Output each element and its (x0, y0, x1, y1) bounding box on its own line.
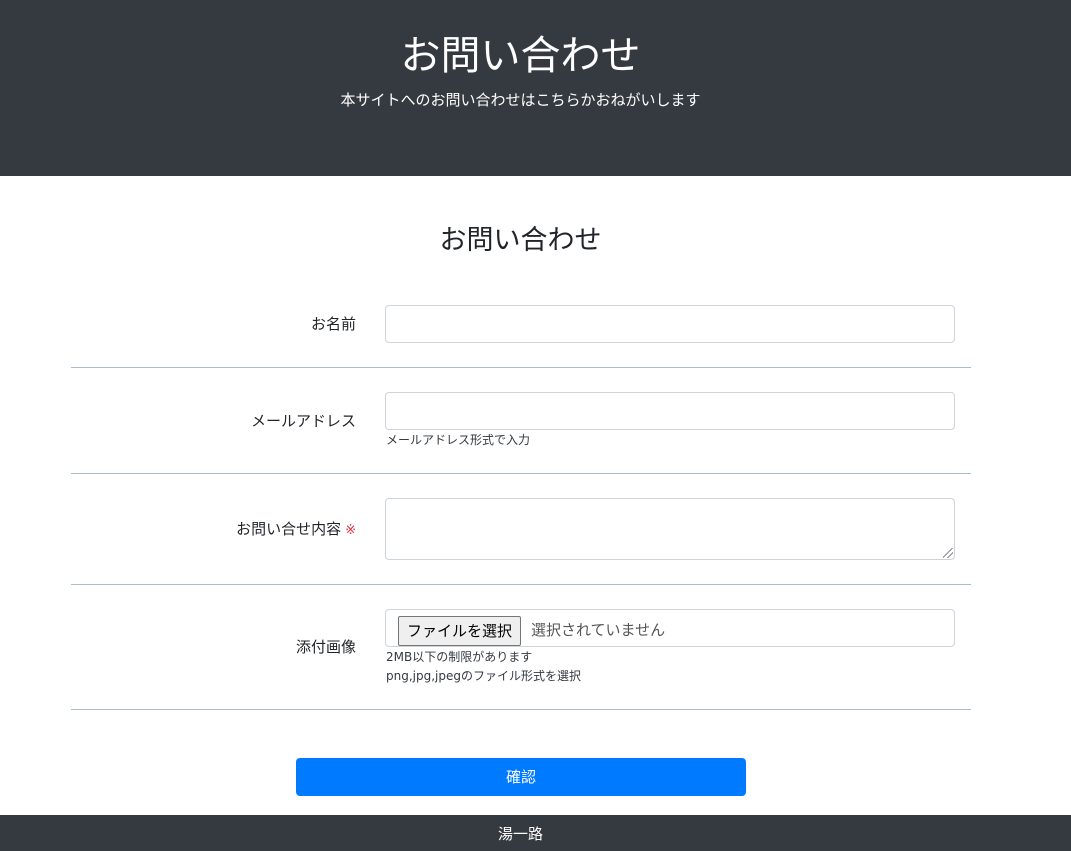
email-row: メールアドレス メールアドレス形式で入力 (71, 368, 971, 474)
page-title: お問い合わせ (400, 33, 641, 79)
message-row: お問い合せ内容 ※ (71, 474, 971, 585)
email-label: メールアドレス (250, 412, 356, 430)
image-size-help-text: 2MB以下の制限があります (386, 650, 533, 664)
message-textarea[interactable] (386, 499, 954, 559)
form-title: お問い合わせ (439, 225, 602, 256)
file-status-text: 選択されていません (531, 621, 666, 639)
page-subtitle: 本サイトへのお問い合わせはこちらかおねがいします (340, 91, 701, 109)
message-label: お問い合せ内容 ※ (236, 518, 356, 542)
email-input[interactable] (386, 393, 954, 429)
resize-grip-icon[interactable] (943, 548, 953, 558)
choose-file-button[interactable]: ファイルを選択 (398, 616, 522, 646)
file-input[interactable]: ファイルを選択 選択されていません (385, 609, 955, 647)
message-label-text: お問い合せ内容 (236, 520, 342, 538)
message-field-wrapper (385, 498, 955, 560)
name-row: お名前 (71, 291, 971, 368)
image-row: 添付画像 ファイルを選択 選択されていません 2MB以下の制限があります png… (71, 585, 971, 710)
image-label: 添付画像 (295, 638, 356, 656)
confirm-button[interactable]: 確認 (296, 758, 746, 796)
required-mark: ※ (345, 523, 356, 538)
email-help-text: メールアドレス形式で入力 (386, 433, 531, 447)
name-input[interactable] (386, 306, 954, 342)
name-label: お名前 (310, 315, 356, 333)
email-field-wrapper (385, 392, 955, 430)
page-footer: 湯一路 (0, 815, 1071, 851)
footer-text: 湯一路 (497, 825, 543, 843)
image-type-help-text: png,jpg,jpegのファイル形式を選択 (386, 669, 581, 683)
name-field-wrapper (385, 305, 955, 343)
page-header: お問い合わせ 本サイトへのお問い合わせはこちらかおねがいします (0, 0, 1071, 176)
